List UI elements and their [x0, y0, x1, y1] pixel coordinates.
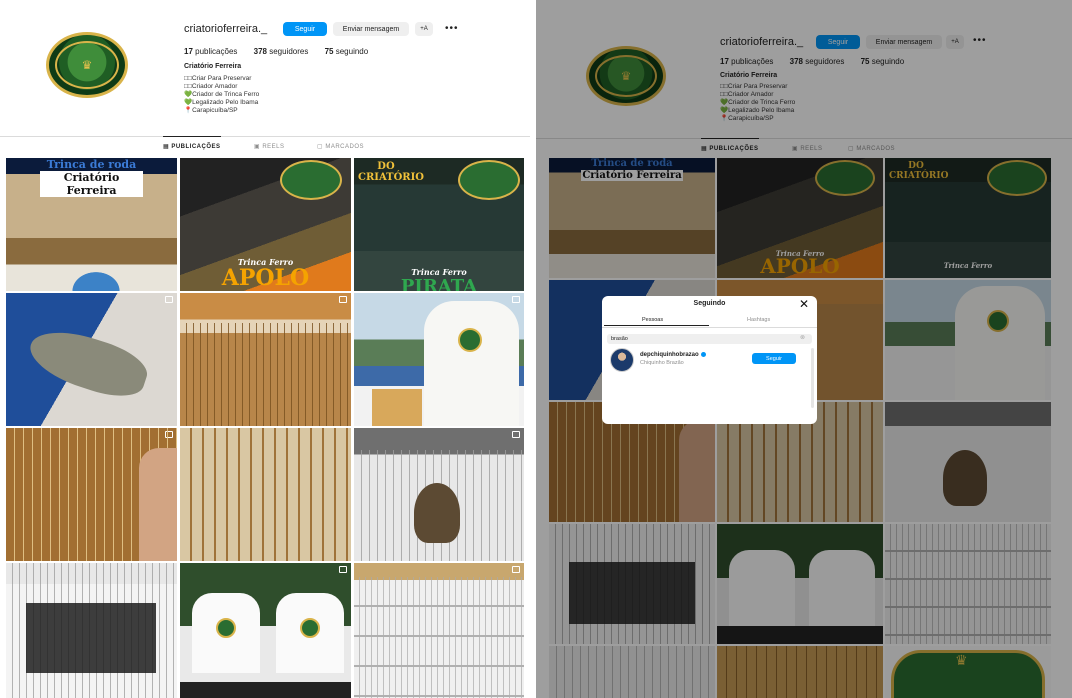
post-tile[interactable] — [6, 293, 177, 426]
post-tile[interactable] — [354, 563, 524, 698]
post-caption-label: PIRATA — [400, 276, 478, 291]
follow-button[interactable]: Seguir — [283, 22, 327, 36]
result-username[interactable]: depchiquinhobrazao — [640, 352, 706, 358]
post-tile[interactable]: Trinca de roda Criatório Ferreira — [6, 158, 177, 291]
suggest-user-button[interactable]: +A — [415, 22, 433, 36]
post-tile[interactable]: Trinca Ferro APOLO — [180, 158, 351, 291]
modal-scrollbar[interactable] — [811, 348, 814, 408]
profile-stats: 17 publicações 378 seguidores 75 seguind… — [184, 47, 382, 56]
verified-badge-icon — [700, 352, 706, 357]
post-tile[interactable] — [6, 428, 177, 561]
bio-line: 📍Carapicuíba/SP — [184, 107, 238, 114]
bio-line: 💚Legalizado Pelo Ibama — [184, 99, 259, 106]
clear-search-icon[interactable]: ⊗ — [800, 334, 805, 341]
result-follow-button[interactable]: Seguir — [752, 353, 796, 364]
multi-post-icon — [512, 431, 520, 438]
post-caption-title: DO CRIATÓRIO — [358, 161, 425, 183]
profile-bio: □□Criar Para Preservar □□Criador Amador … — [184, 75, 259, 115]
avatar[interactable] — [610, 348, 634, 372]
multi-post-icon — [339, 566, 347, 573]
post-tile[interactable] — [180, 428, 351, 561]
modal-tabs: Pessoas Hashtags — [602, 316, 817, 328]
following-count[interactable]: 75 seguindo — [325, 47, 369, 56]
close-icon[interactable]: ✕ — [799, 297, 809, 311]
tab-tagged[interactable]: ▢ MARCADOS — [317, 143, 364, 150]
profile-tabs: ▦ PUBLICAÇÕES ▣ REELS ▢ MARCADOS — [0, 136, 530, 158]
post-tile[interactable] — [354, 428, 524, 561]
posts-count: 17 publicações — [184, 47, 238, 56]
post-tile[interactable] — [180, 293, 351, 426]
profile-avatar[interactable]: ♛ — [46, 32, 128, 98]
multi-post-icon — [165, 296, 173, 303]
search-input[interactable]: brasão — [607, 334, 812, 344]
post-tile[interactable]: DO CRIATÓRIO Trinca Ferro PIRATA — [354, 158, 524, 291]
post-caption-title: Trinca de roda — [46, 158, 137, 171]
following-modal: Seguindo ✕ Pessoas Hashtags brasão ⊗ dep… — [602, 296, 817, 424]
post-tile[interactable] — [354, 293, 524, 426]
avatar-logo-ring — [55, 41, 119, 89]
profile-username: criatorioferreira._ — [184, 23, 268, 35]
post-caption-label: Criatório Ferreira — [40, 171, 143, 197]
bio-line: 💚Criador de Trinca Ferro — [184, 91, 260, 98]
posts-grid: Trinca de roda Criatório Ferreira Trinca… — [6, 158, 524, 698]
profile-panel-right: ♛ criatorioferreira._ Seguir Enviar mens… — [536, 0, 1072, 698]
profile-header: ♛ criatorioferreira._ Seguir Enviar mens… — [0, 0, 530, 135]
bio-line: □□Criador Amador — [184, 83, 238, 90]
modal-title: Seguindo — [693, 300, 726, 307]
tab-posts[interactable]: ▦ PUBLICAÇÕES — [163, 136, 221, 150]
multi-post-icon — [512, 296, 520, 303]
post-tile[interactable] — [6, 563, 177, 698]
send-message-button[interactable]: Enviar mensagem — [333, 22, 409, 36]
bio-line: □□Criar Para Preservar — [184, 75, 252, 82]
profile-panel-left: ♛ criatorioferreira._ Seguir Enviar mens… — [0, 0, 530, 698]
followers-count[interactable]: 378 seguidores — [254, 47, 309, 56]
post-caption-title: APOLO — [221, 265, 310, 291]
tab-hashtags[interactable]: Hashtags — [747, 317, 770, 323]
tab-reels[interactable]: ▣ REELS — [254, 143, 285, 150]
more-options-icon[interactable]: ••• — [445, 23, 459, 34]
post-tile[interactable] — [180, 563, 351, 698]
result-full-name: Chiquinho Brazão — [640, 360, 684, 366]
profile-full-name: Criatório Ferreira — [184, 63, 242, 70]
multi-post-icon — [512, 566, 520, 573]
multi-post-icon — [339, 296, 347, 303]
tab-people[interactable]: Pessoas — [603, 317, 710, 326]
